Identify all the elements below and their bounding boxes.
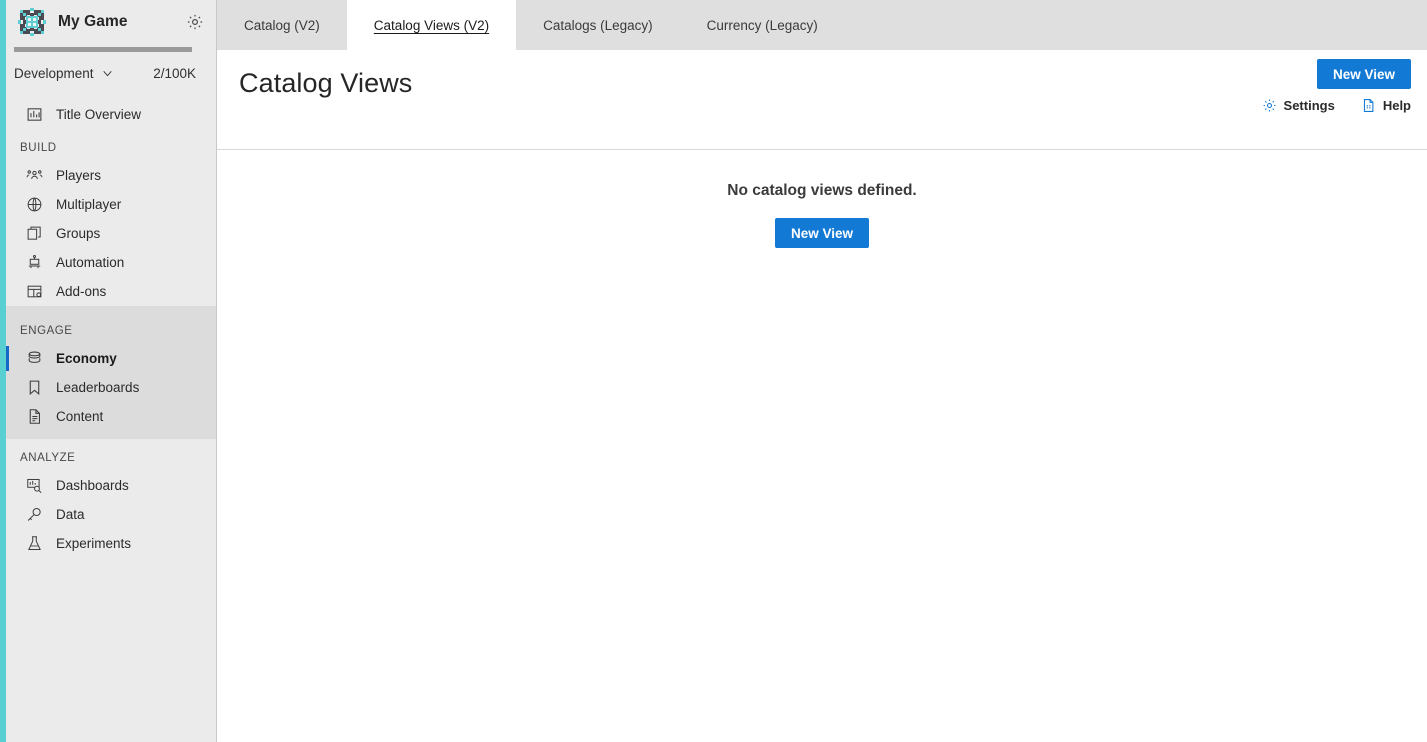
header-links: Settings Help: [1262, 98, 1411, 113]
sidebar-item-data[interactable]: Data: [0, 500, 216, 529]
chevron-down-icon: [102, 70, 112, 76]
sidebar-item-players[interactable]: Players: [0, 161, 216, 190]
sidebar-item-leaderboards[interactable]: Leaderboards: [0, 373, 216, 402]
sidebar-item-multiplayer[interactable]: Multiplayer: [0, 190, 216, 219]
sidebar-item-label: Experiments: [56, 536, 132, 551]
groups-icon: [27, 226, 41, 240]
sidebar-item-groups[interactable]: Groups: [0, 219, 216, 248]
settings-link[interactable]: Settings: [1262, 98, 1335, 113]
sidebar-item-label: Automation: [56, 255, 125, 270]
sidebar: My Game Development 2/100K Title Overvie…: [0, 0, 217, 742]
quota-progress-fill: [14, 47, 192, 52]
sidebar-item-label: Content: [56, 409, 104, 424]
sidebar-item-title-overview[interactable]: Title Overview: [0, 100, 216, 129]
header-actions: New View: [1316, 59, 1411, 89]
sidebar-item-label: Groups: [56, 226, 101, 241]
sidebar-item-label: Multiplayer: [56, 197, 122, 212]
beaker-icon: [28, 536, 41, 551]
tab-catalog-views-v2[interactable]: Catalog Views (V2): [346, 0, 517, 50]
tab-currency-legacy[interactable]: Currency (Legacy): [680, 0, 845, 50]
tab-label: Catalog Views (V2): [373, 17, 490, 33]
main-area: Catalog (V2) Catalog Views (V2) Catalogs…: [217, 0, 1427, 742]
globe-icon: [27, 197, 42, 212]
sidebar-section-engage: ENGAGE Economy Leaderboards Content: [0, 306, 216, 439]
tab-label: Catalogs (Legacy): [543, 17, 653, 33]
settings-label: Settings: [1283, 98, 1335, 113]
data-key-icon: [27, 507, 41, 521]
brand-row: My Game: [0, 0, 216, 44]
sidebar-section-build: BUILD Players Multiplayer Groups Automat…: [0, 129, 216, 306]
new-view-button-header[interactable]: New View: [1316, 59, 1411, 89]
tab-label: Currency (Legacy): [706, 17, 818, 33]
section-label-analyze: ANALYZE: [20, 452, 76, 464]
game-logo-icon: [18, 8, 46, 36]
sidebar-section-analyze: ANALYZE Dashboards Data Experiments: [0, 439, 216, 558]
sidebar-item-dashboards[interactable]: Dashboards: [0, 471, 216, 500]
section-label-build: BUILD: [20, 142, 57, 154]
economy-icon: [28, 351, 41, 363]
sidebar-item-label: Data: [56, 507, 85, 522]
app-root: My Game Development 2/100K Title Overvie…: [0, 0, 1427, 742]
document-icon: [29, 409, 40, 424]
empty-state-message: No catalog views defined.: [727, 182, 917, 199]
help-link[interactable]: Help: [1361, 98, 1411, 113]
active-indicator: [6, 346, 9, 371]
dashboard-search-icon: [27, 478, 42, 493]
sidebar-item-experiments[interactable]: Experiments: [0, 529, 216, 558]
tab-catalogs-legacy[interactable]: Catalogs (Legacy): [516, 0, 680, 50]
gear-icon[interactable]: [186, 13, 204, 31]
tab-bar: Catalog (V2) Catalog Views (V2) Catalogs…: [217, 0, 1427, 50]
brand-title: My Game: [58, 13, 128, 30]
section-label-engage: ENGAGE: [20, 325, 73, 337]
sidebar-item-label: Players: [56, 168, 102, 183]
quota-progress-track: [14, 47, 192, 52]
tab-label: Catalog (V2): [244, 17, 320, 33]
help-document-icon: [1363, 99, 1374, 112]
bookmark-icon: [29, 380, 40, 396]
sidebar-item-label: Title Overview: [56, 107, 142, 122]
sidebar-item-economy[interactable]: Economy: [0, 344, 216, 373]
addons-icon: [27, 285, 42, 298]
page-title: Catalog Views: [239, 68, 413, 98]
content-area: No catalog views defined. New View: [217, 150, 1427, 742]
sidebar-item-label: Dashboards: [56, 478, 129, 493]
environment-selector[interactable]: Development 2/100K: [0, 56, 216, 90]
sidebar-item-label: Add-ons: [56, 284, 107, 299]
sidebar-item-label: Leaderboards: [56, 380, 140, 395]
empty-state: No catalog views defined. New View: [217, 182, 1427, 248]
new-view-button-empty-state[interactable]: New View: [774, 218, 870, 248]
sidebar-nav: Title Overview BUILD Players Multiplayer…: [0, 100, 216, 558]
gear-icon: [1263, 99, 1275, 112]
sidebar-item-automation[interactable]: Automation: [0, 248, 216, 277]
environment-name: Development: [14, 65, 94, 81]
bar-chart-icon: [27, 108, 42, 121]
page-header: Catalog Views New View Settings Help: [217, 50, 1427, 150]
tab-catalog-v2[interactable]: Catalog (V2): [217, 0, 347, 50]
sidebar-item-label: Economy: [56, 351, 117, 366]
robot-icon: [28, 255, 41, 269]
sidebar-item-add-ons[interactable]: Add-ons: [0, 277, 216, 306]
help-label: Help: [1382, 98, 1411, 113]
players-icon: [26, 170, 43, 180]
sidebar-item-content[interactable]: Content: [0, 402, 216, 431]
environment-quota: 2/100K: [153, 65, 196, 81]
